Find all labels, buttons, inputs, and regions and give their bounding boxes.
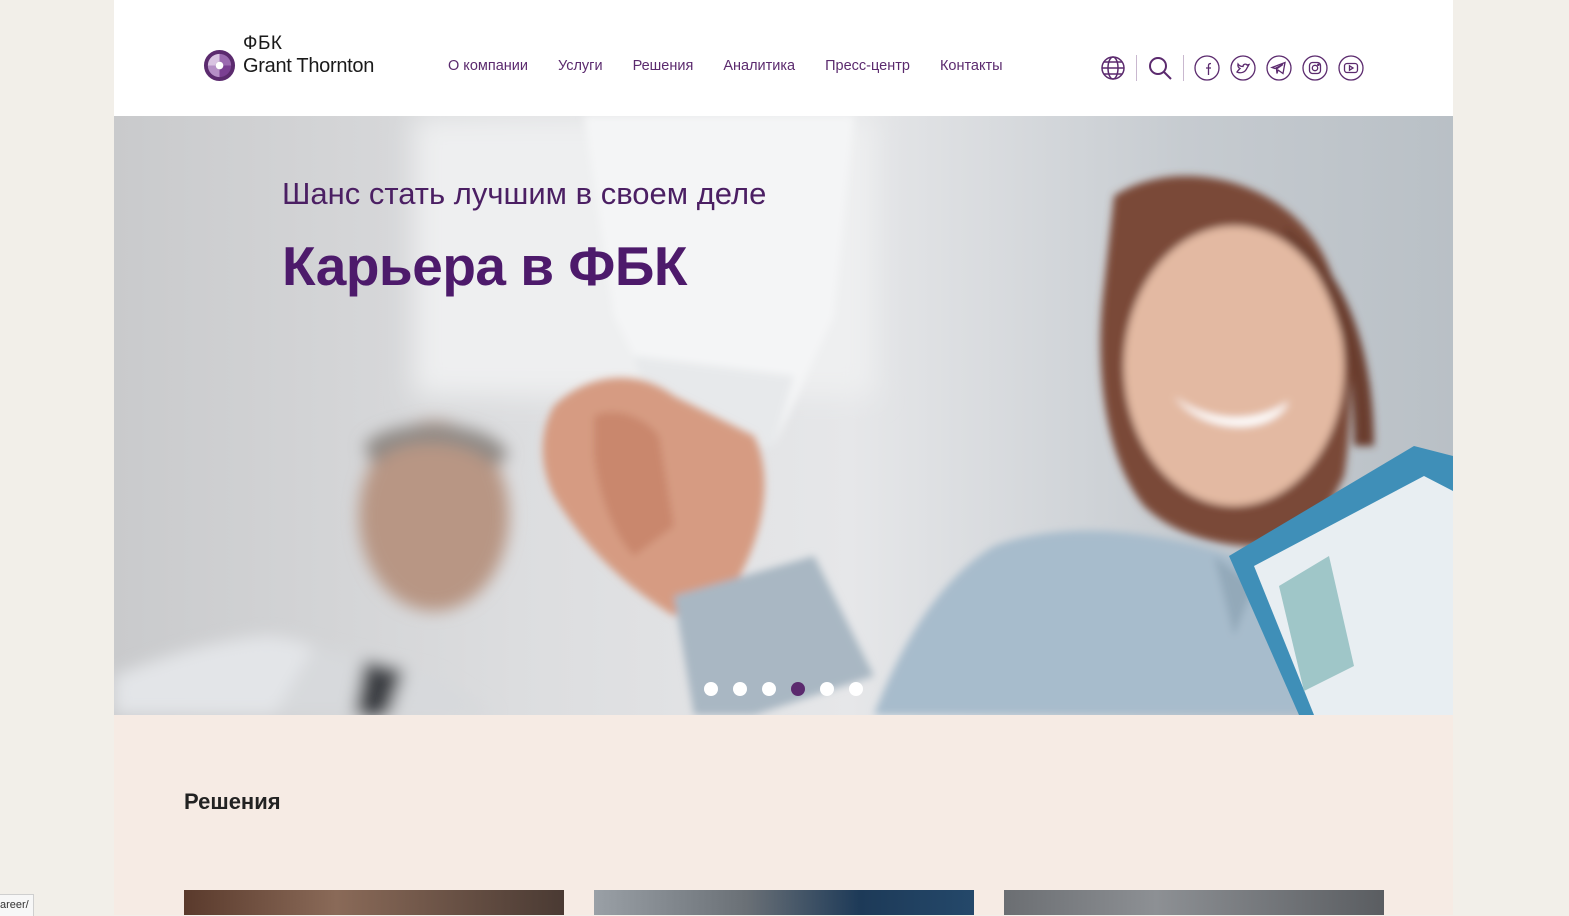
hero-slider[interactable]: Шанс стать лучшим в своем деле Карьера в… [114, 116, 1453, 715]
hero-title[interactable]: Карьера в ФБК [282, 234, 687, 298]
nav-item-solutions[interactable]: Решения [633, 58, 694, 74]
header-tools [1099, 53, 1365, 83]
page: ФБК Grant Thornton О компании Услуги Реш… [114, 0, 1453, 915]
youtube-icon[interactable] [1337, 54, 1365, 82]
nav-item-contacts[interactable]: Контакты [940, 58, 1003, 74]
slider-dot[interactable] [704, 682, 718, 696]
logo-text-fbk: ФБК [243, 33, 283, 54]
grant-thornton-logo-icon [203, 49, 236, 82]
social-links [1193, 54, 1365, 82]
solutions-section: Решения [114, 715, 1453, 915]
instagram-icon[interactable] [1301, 54, 1329, 82]
slider-dot-active[interactable] [791, 682, 805, 696]
tools-divider [1136, 55, 1137, 81]
slider-dot[interactable] [849, 682, 863, 696]
link-status-tooltip: areer/ [0, 894, 34, 916]
nav-item-about[interactable]: О компании [448, 58, 528, 74]
slider-pagination [704, 682, 863, 696]
hero-subtitle: Шанс стать лучшим в своем деле [282, 176, 767, 211]
solution-card[interactable] [594, 890, 974, 915]
slider-dot[interactable] [820, 682, 834, 696]
nav-item-services[interactable]: Услуги [558, 58, 603, 74]
nav-item-press-center[interactable]: Пресс-центр [825, 58, 910, 74]
search-icon[interactable] [1146, 54, 1174, 82]
solution-card[interactable] [1004, 890, 1384, 915]
section-title: Решения [184, 789, 281, 814]
tools-divider [1183, 55, 1184, 81]
globe-icon[interactable] [1099, 54, 1127, 82]
slider-dot[interactable] [733, 682, 747, 696]
twitter-icon[interactable] [1229, 54, 1257, 82]
solution-card[interactable] [184, 890, 564, 915]
site-header: ФБК Grant Thornton О компании Услуги Реш… [114, 0, 1453, 116]
nav-item-analytics[interactable]: Аналитика [723, 58, 795, 74]
logo[interactable]: ФБК Grant Thornton [203, 33, 393, 85]
facebook-icon[interactable] [1193, 54, 1221, 82]
logo-text-grant-thornton: Grant Thornton [243, 55, 375, 77]
slider-dot[interactable] [762, 682, 776, 696]
main-nav: О компании Услуги Решения Аналитика Прес… [448, 58, 1003, 74]
telegram-icon[interactable] [1265, 54, 1293, 82]
